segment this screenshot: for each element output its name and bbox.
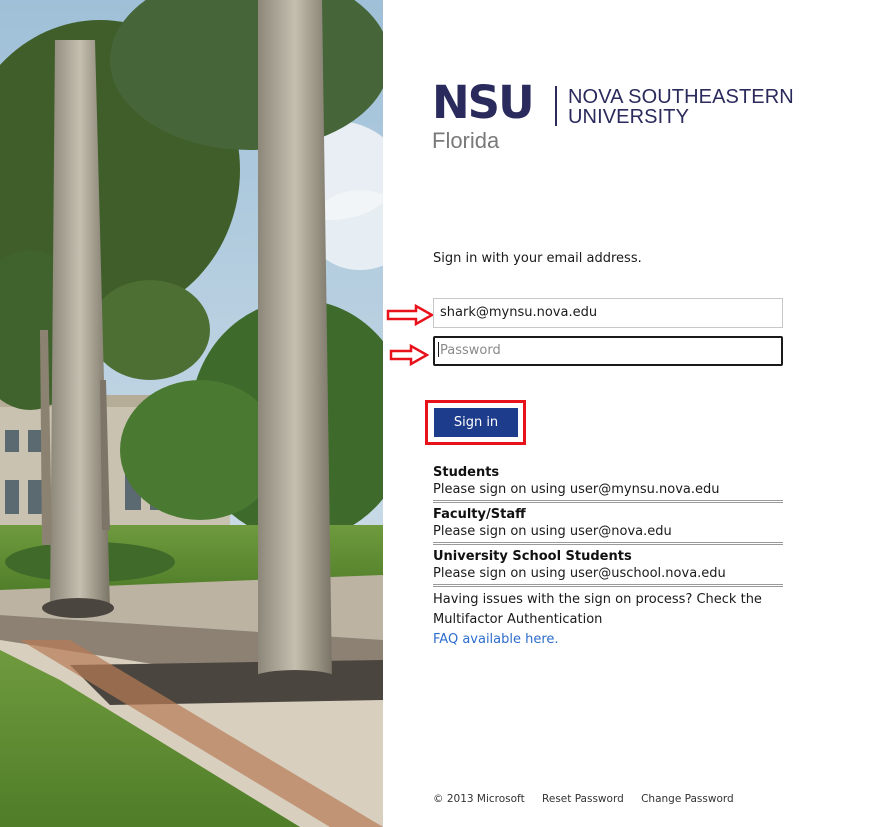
help-group-faculty-staff: Faculty/Staff Please sign on using user@… xyxy=(433,506,783,545)
copyright-text: © 2013 Microsoft xyxy=(433,793,525,805)
page-footer: © 2013 Microsoft Reset Password Change P… xyxy=(433,793,748,805)
help-group-students: Students Please sign on using user@mynsu… xyxy=(433,464,783,503)
email-input[interactable]: shark@mynsu.nova.edu xyxy=(433,298,783,328)
signin-help-info: Students Please sign on using user@mynsu… xyxy=(433,464,783,650)
logo-name-line1: NOVA SOUTHEASTERN xyxy=(568,86,794,108)
signin-panel: NSU NOVA SOUTHEASTERN UNIVERSITY Florida… xyxy=(383,0,882,827)
help-group-text: Please sign on using user@nova.edu xyxy=(433,524,672,539)
nsu-logo: NSU NOVA SOUTHEASTERN UNIVERSITY Florida xyxy=(432,78,794,156)
help-group-text: Please sign on using user@mynsu.nova.edu xyxy=(433,482,720,497)
signin-intro-text: Sign in with your email address. xyxy=(433,251,642,266)
email-annotation-arrow-icon xyxy=(386,304,434,326)
password-input[interactable]: Password xyxy=(433,336,783,366)
signin-button[interactable]: Sign in xyxy=(434,408,518,437)
help-group-text: Please sign on using user@uschool.nova.e… xyxy=(433,566,726,581)
help-group-university-school: University School Students Please sign o… xyxy=(433,548,783,587)
logo-divider xyxy=(555,86,557,126)
password-placeholder: Password xyxy=(440,343,501,358)
password-annotation-arrow-icon xyxy=(389,344,429,366)
help-group-title: Students xyxy=(433,465,500,480)
logo-university-name: NOVA SOUTHEASTERN UNIVERSITY xyxy=(568,87,794,127)
campus-photo-illustration xyxy=(0,0,383,827)
change-password-link[interactable]: Change Password xyxy=(641,793,734,805)
campus-background-photo xyxy=(0,0,383,827)
faq-link[interactable]: FAQ available here. xyxy=(433,630,783,650)
text-cursor xyxy=(438,342,439,357)
help-group-title: Faculty/Staff xyxy=(433,507,526,522)
logo-name-line2: UNIVERSITY xyxy=(568,106,690,128)
logo-abbreviation: NSU xyxy=(432,76,535,129)
help-group-title: University School Students xyxy=(433,549,632,564)
logo-location: Florida xyxy=(432,128,500,153)
reset-password-link[interactable]: Reset Password xyxy=(542,793,624,805)
sign-on-issues-text: Having issues with the sign on process? … xyxy=(433,592,762,627)
